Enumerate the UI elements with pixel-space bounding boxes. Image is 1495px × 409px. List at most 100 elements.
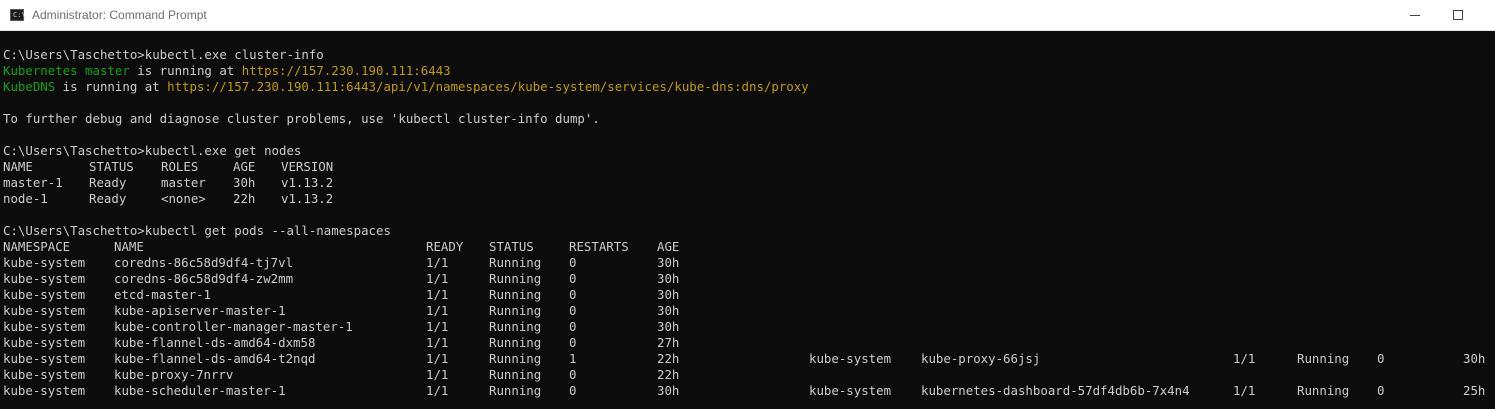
pod-ready: 1/1 <box>426 255 449 270</box>
pod-namespace: kube-system <box>3 303 86 318</box>
pod-name: kube-controller-manager-master-1 <box>114 319 353 334</box>
command-prompt-window: C:\ Administrator: Command Prompt C:\Use… <box>0 0 1495 409</box>
pod-restarts: 0 <box>569 255 577 270</box>
node-roles: <none> <box>161 191 206 206</box>
pod-ready: 1/1 <box>426 303 449 318</box>
pod-ready: 1/1 <box>1233 351 1256 366</box>
column-header: STATUS <box>89 159 134 174</box>
column-header: NAMESPACE <box>3 239 71 254</box>
pod-namespace: kube-system <box>3 271 86 286</box>
node-version: v1.13.2 <box>281 191 334 206</box>
console-output[interactable]: C:\Users\Taschetto>kubectl.exe cluster-i… <box>3 47 1493 409</box>
title-bar[interactable]: C:\ Administrator: Command Prompt <box>0 0 1495 31</box>
node-name: master-1 <box>3 175 63 190</box>
service-name: Kubernetes master <box>3 63 130 78</box>
column-header: NAME <box>114 239 144 254</box>
pod-namespace: kube-system <box>3 351 86 366</box>
pod-row: kube-system kube-scheduler-master-1 1/1 … <box>3 383 1485 399</box>
service-name: KubeDNS <box>3 79 56 94</box>
debug-hint-line: To further debug and diagnose cluster pr… <box>3 111 600 126</box>
cluster-info-line: Kubernetes master is running at https://… <box>3 63 451 79</box>
column-header: AGE <box>233 159 256 174</box>
pod-name: kube-flannel-ds-amd64-t2nqd <box>114 351 316 366</box>
pod-restarts: 0 <box>569 287 577 302</box>
pod-row: kube-system kube-flannel-ds-amd64-t2nqd … <box>3 351 1485 367</box>
command-line: C:\Users\Taschetto>kubectl.exe cluster-i… <box>3 47 324 62</box>
window-title: Administrator: Command Prompt <box>32 8 207 22</box>
pod-age: 30h <box>657 303 680 318</box>
cmd-icon: C:\ <box>10 9 26 21</box>
pod-restarts: 0 <box>569 367 577 382</box>
pod-status: Running <box>489 351 542 366</box>
pod-row: kube-system kube-controller-manager-mast… <box>3 319 679 335</box>
maximize-icon <box>1453 10 1463 20</box>
pod-status: Running <box>489 271 542 286</box>
pod-row: kube-system kube-proxy-7nrrv 1/1 Running… <box>3 367 679 383</box>
nodes-header-row: NAME STATUS ROLES AGE VERSION <box>3 159 333 175</box>
command-line: C:\Users\Taschetto>kubectl.exe get nodes <box>3 143 302 158</box>
pod-age: 25h <box>1463 383 1486 398</box>
pod-ready: 1/1 <box>426 319 449 334</box>
pod-restarts: 0 <box>569 303 577 318</box>
pod-age: 30h <box>657 271 680 286</box>
maximize-button[interactable] <box>1439 0 1485 30</box>
pod-ready: 1/1 <box>426 335 449 350</box>
pod-status: Running <box>489 319 542 334</box>
column-header: STATUS <box>489 239 534 254</box>
pod-name: kube-flannel-ds-amd64-dxm58 <box>114 335 316 350</box>
column-header: NAME <box>3 159 33 174</box>
pod-namespace: kube-system <box>3 383 86 398</box>
pod-ready: 1/1 <box>426 351 449 366</box>
pod-namespace: kube-system <box>3 335 86 350</box>
pod-age: 30h <box>657 319 680 334</box>
node-age: 30h <box>233 175 256 190</box>
pod-age: 30h <box>1463 351 1486 366</box>
node-age: 22h <box>233 191 256 206</box>
pod-namespace: kube-system <box>3 367 86 382</box>
pod-age: 30h <box>657 287 680 302</box>
cluster-info-line: KubeDNS is running at https://157.230.19… <box>3 79 809 95</box>
pod-namespace: kube-system <box>809 383 892 398</box>
pod-name: kube-scheduler-master-1 <box>114 383 286 398</box>
pod-ready: 1/1 <box>1233 383 1256 398</box>
pod-name: coredns-86c58d9df4-tj7vl <box>114 255 294 270</box>
pod-name: kube-proxy-7nrrv <box>114 367 234 382</box>
pod-restarts: 0 <box>569 383 577 398</box>
pod-restarts: 0 <box>1377 383 1385 398</box>
pod-status: Running <box>1297 383 1350 398</box>
pod-status: Running <box>489 383 542 398</box>
service-status-text: is running at <box>55 79 168 94</box>
pods-header-row: NAMESPACE NAME READY STATUS RESTARTS AGE <box>3 239 679 255</box>
minimize-button[interactable] <box>1393 0 1439 30</box>
pod-restarts: 0 <box>569 319 577 334</box>
node-row: master-1 Ready master 30h v1.13.2 <box>3 175 333 191</box>
pod-status: Running <box>489 335 542 350</box>
pod-name: kube-proxy-66jsj <box>921 351 1041 366</box>
node-version: v1.13.2 <box>281 175 334 190</box>
column-header: RESTARTS <box>569 239 629 254</box>
pod-name: kube-apiserver-master-1 <box>114 303 286 318</box>
minimize-icon <box>1410 15 1420 16</box>
service-url: https://157.230.190.111:6443 <box>241 63 451 78</box>
pod-row: kube-system coredns-86c58d9df4-zw2mm 1/1… <box>3 271 679 287</box>
node-name: node-1 <box>3 191 48 206</box>
pod-restarts: 1 <box>569 351 577 366</box>
pod-status: Running <box>1297 351 1350 366</box>
column-header: VERSION <box>281 159 334 174</box>
pod-status: Running <box>489 367 542 382</box>
column-header: READY <box>426 239 464 254</box>
service-status-text: is running at <box>129 63 242 78</box>
pod-name: coredns-86c58d9df4-zw2mm <box>114 271 294 286</box>
pod-ready: 1/1 <box>426 367 449 382</box>
pod-restarts: 0 <box>1377 351 1385 366</box>
pod-status: Running <box>489 255 542 270</box>
pod-ready: 1/1 <box>426 383 449 398</box>
node-status: Ready <box>89 191 127 206</box>
node-roles: master <box>161 175 206 190</box>
node-row: node-1 Ready <none> 22h v1.13.2 <box>3 191 333 207</box>
pod-age: 30h <box>657 383 680 398</box>
pod-status: Running <box>489 303 542 318</box>
pod-name: etcd-master-1 <box>114 287 211 302</box>
pod-age: 27h <box>657 335 680 350</box>
pod-ready: 1/1 <box>426 287 449 302</box>
